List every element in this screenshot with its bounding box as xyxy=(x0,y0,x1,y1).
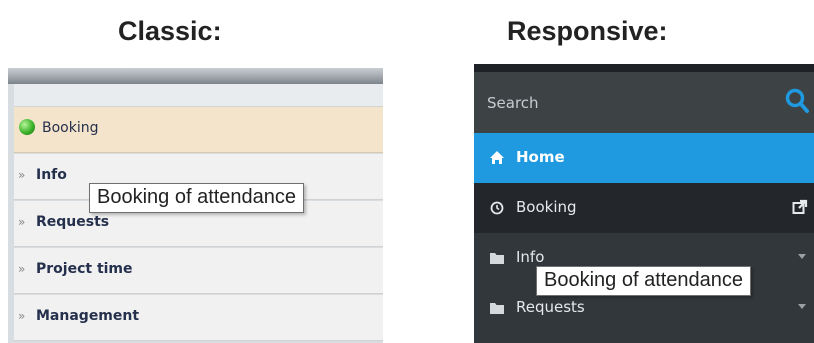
search-icon[interactable] xyxy=(784,86,810,116)
responsive-item-label: Requests xyxy=(516,298,585,316)
classic-item-label: Booking xyxy=(42,120,99,136)
home-icon xyxy=(490,151,504,164)
classic-item-label: Requests xyxy=(36,214,110,230)
double-chevron-icon: » xyxy=(18,309,26,323)
classic-item-label: Management xyxy=(36,308,140,324)
folder-icon xyxy=(490,303,504,314)
double-chevron-icon: » xyxy=(18,215,26,229)
responsive-tooltip: Booking of attendance xyxy=(536,266,752,296)
folder-icon xyxy=(490,253,504,264)
responsive-heading: Responsive: xyxy=(507,16,668,46)
classic-item-project-time[interactable]: » Project time xyxy=(14,248,383,294)
classic-item-booking[interactable]: Booking xyxy=(14,107,383,153)
classic-heading: Classic: xyxy=(118,16,222,46)
classic-item-label: Project time xyxy=(36,261,133,277)
classic-tooltip: Booking of attendance xyxy=(89,183,305,213)
double-chevron-icon: » xyxy=(18,168,26,182)
search-input[interactable]: Search xyxy=(487,94,539,112)
classic-item-label: Info xyxy=(36,167,67,183)
responsive-item-label: Info xyxy=(516,248,545,266)
classic-header-strip xyxy=(14,84,383,107)
classic-title-bar xyxy=(8,68,383,84)
clock-icon xyxy=(490,201,504,215)
caret-down-icon[interactable] xyxy=(798,254,806,259)
responsive-item-label: Booking xyxy=(516,198,577,216)
responsive-item-home[interactable]: Home xyxy=(474,133,814,183)
responsive-nav-panel: Search Home Booking Info Requests xyxy=(474,64,814,343)
responsive-item-booking[interactable]: Booking xyxy=(474,183,814,233)
search-bar[interactable]: Search xyxy=(474,72,814,133)
external-link-icon[interactable] xyxy=(792,199,808,215)
classic-item-management[interactable]: » Management xyxy=(14,295,383,341)
responsive-item-label: Home xyxy=(516,148,565,166)
double-chevron-icon: » xyxy=(18,262,26,276)
caret-down-icon[interactable] xyxy=(798,304,806,309)
responsive-top-bar xyxy=(474,64,814,72)
globe-icon xyxy=(19,119,35,135)
